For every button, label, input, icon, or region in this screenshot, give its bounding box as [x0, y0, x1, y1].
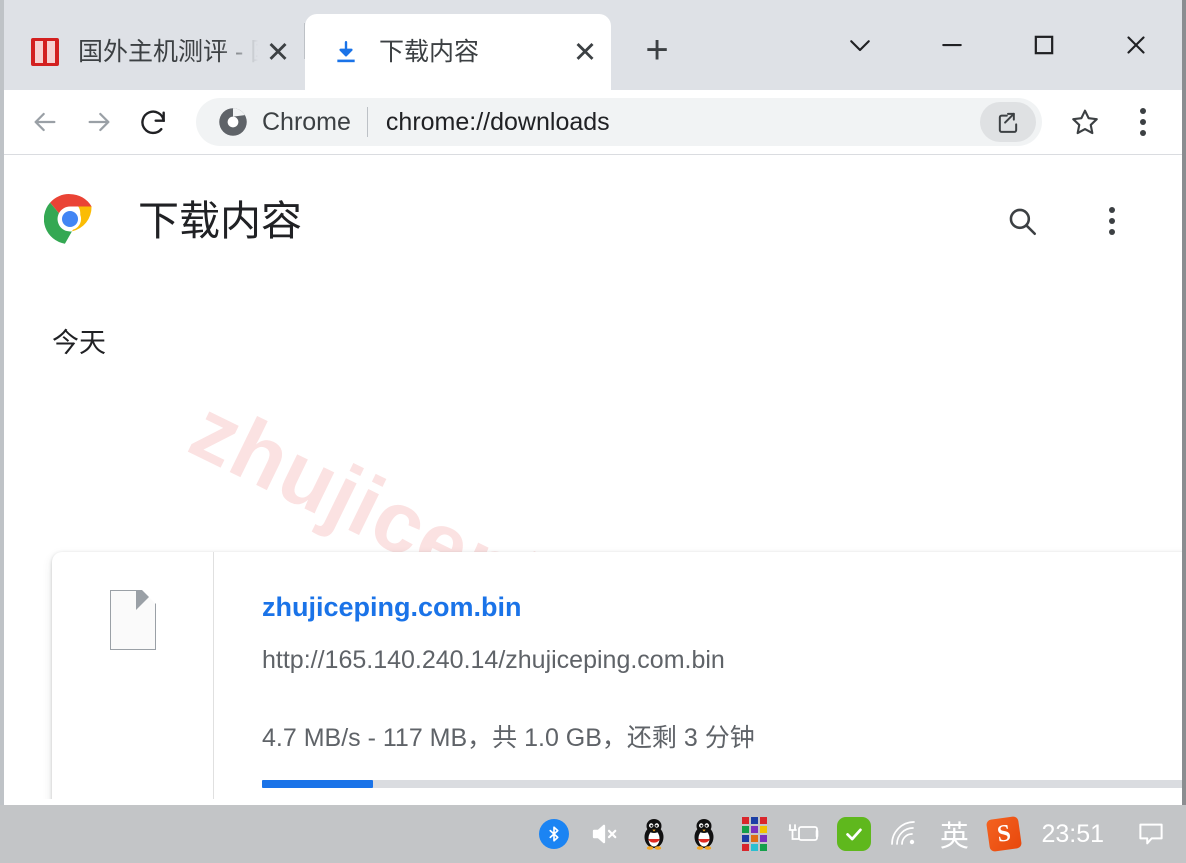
- windows-taskbar: 英 S 23:51: [0, 805, 1186, 863]
- download-status-text: 4.7 MB/s - 117 MB，共 1.0 GB，还剩 3 分钟: [262, 724, 755, 752]
- download-item-card: zhujiceping.com.bin http://165.140.240.1…: [52, 552, 1182, 799]
- minimize-icon[interactable]: [906, 0, 998, 90]
- section-label-today: 今天: [52, 328, 106, 358]
- downloads-page-header: 下载内容: [4, 155, 1182, 255]
- ime-label: 英: [939, 819, 969, 853]
- download-filename-link[interactable]: zhujiceping.com.bin: [262, 590, 522, 624]
- downloads-page: zhujiceping.com 下载内容: [4, 155, 1182, 799]
- download-file-icon-cell: [52, 552, 214, 799]
- color-grid-icon[interactable]: [729, 805, 779, 863]
- tab-title: 下载内容: [379, 38, 480, 66]
- download-progress-fill: [262, 780, 373, 788]
- reload-icon[interactable]: [126, 95, 180, 149]
- tab-downloads[interactable]: 下载内容 ✕: [305, 14, 611, 90]
- speaker-muted-icon[interactable]: [579, 805, 629, 863]
- taskbar-clock[interactable]: 23:51: [1029, 820, 1126, 849]
- download-details: zhujiceping.com.bin http://165.140.240.1…: [214, 552, 1182, 799]
- sogou-label: S: [986, 815, 1023, 853]
- download-arrow-icon: [331, 37, 361, 67]
- tab-close-button[interactable]: ✕: [258, 32, 298, 72]
- site-favicon-red-icon: [30, 37, 60, 67]
- notification-icon[interactable]: [1126, 805, 1176, 863]
- browser-window: 国外主机测评 - 国 ✕ 下载内容 ✕ + Chrome chrome://do…: [0, 0, 1186, 805]
- download-source-url: http://165.140.240.14/zhujiceping.com.bi…: [262, 646, 725, 674]
- tab-title: 国外主机测评 - 国: [78, 38, 258, 66]
- omnibox-url-text: chrome://downloads: [385, 107, 610, 136]
- page-title: 下载内容: [138, 198, 302, 244]
- tab-site[interactable]: 国外主机测评 - 国 ✕: [4, 14, 304, 90]
- omnibox-brand-label: Chrome: [262, 107, 351, 136]
- omnibox-divider: [366, 107, 368, 137]
- security-check-icon[interactable]: [829, 805, 879, 863]
- address-bar[interactable]: Chrome chrome://downloads: [196, 98, 1042, 146]
- back-arrow-icon[interactable]: [18, 95, 72, 149]
- maximize-icon[interactable]: [998, 0, 1090, 90]
- downloads-menu-three-dots-icon[interactable]: [1084, 193, 1140, 249]
- wifi-icon[interactable]: [879, 805, 929, 863]
- tab-search-chevron-down-icon[interactable]: [814, 0, 906, 90]
- forward-arrow-icon[interactable]: [72, 95, 126, 149]
- chrome-badge-icon: [218, 107, 248, 137]
- browser-menu-three-dots-icon[interactable]: [1120, 95, 1166, 149]
- qq-icon-2[interactable]: [679, 805, 729, 863]
- download-progress-bar: [262, 780, 1182, 788]
- new-tab-button[interactable]: +: [629, 22, 685, 78]
- system-tray: 英 S 23:51: [529, 805, 1176, 863]
- generic-file-icon: [109, 590, 156, 650]
- tab-close-button[interactable]: ✕: [565, 32, 605, 72]
- battery-charging-icon[interactable]: [779, 805, 829, 863]
- close-icon[interactable]: [1090, 0, 1182, 90]
- bluetooth-icon[interactable]: [529, 805, 579, 863]
- ime-language-icon[interactable]: 英: [929, 805, 979, 863]
- search-icon[interactable]: [994, 193, 1050, 249]
- tab-strip: 国外主机测评 - 国 ✕ 下载内容 ✕ +: [4, 0, 1182, 90]
- window-controls: [814, 0, 1182, 90]
- chrome-logo-icon: [43, 193, 96, 250]
- share-icon[interactable]: [980, 102, 1036, 142]
- qq-icon[interactable]: [629, 805, 679, 863]
- sogou-input-icon[interactable]: S: [979, 805, 1029, 863]
- browser-toolbar: Chrome chrome://downloads: [4, 90, 1182, 155]
- bookmark-star-icon[interactable]: [1058, 95, 1112, 149]
